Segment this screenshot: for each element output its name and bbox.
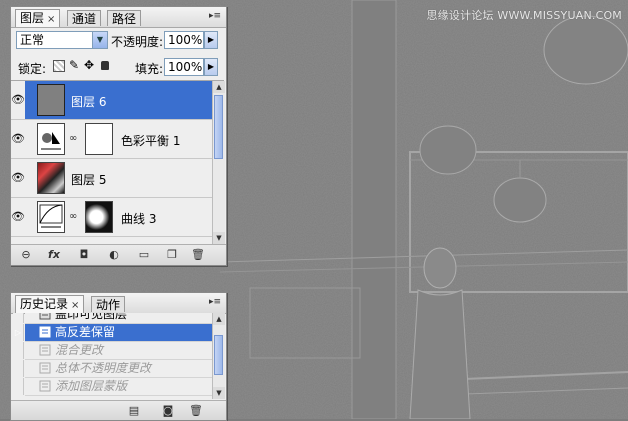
history-item[interactable]: 添加图层蒙版 — [13, 378, 214, 396]
adjustment-thumbnail — [37, 201, 65, 233]
scroll-up-icon[interactable]: ▲ — [213, 81, 225, 93]
history-item-label: 高反差保留 — [55, 325, 116, 339]
mask-thumbnail[interactable] — [85, 201, 113, 233]
chevron-down-icon: ▼ — [92, 32, 107, 48]
fill-value: 100% — [168, 60, 203, 74]
history-list: 盖印可见图层 ▷ 高反差保留 混合更改 总体不透明度更改 添加图层蒙版 — [11, 313, 214, 399]
lock-move-icon[interactable]: ✥ — [84, 58, 94, 72]
history-step-icon — [39, 362, 51, 374]
tab-layers-label: 图层 — [20, 11, 45, 25]
layer-row-5[interactable]: 👁 图层 5 — [11, 159, 220, 198]
eye-icon[interactable]: 👁 — [11, 198, 25, 237]
scroll-down-icon[interactable]: ▼ — [213, 387, 225, 399]
history-panel: 历史记录 × 动作 ▸≡ 盖印可见图层 ▷ 高反差保留 混合更改 总体不透明度更改 — [10, 292, 227, 421]
tab-actions-label: 动作 — [96, 298, 121, 312]
history-step-icon — [39, 326, 51, 338]
layers-scrollbar[interactable]: ▲ ▼ — [212, 81, 225, 244]
history-panel-tabbar: 历史记录 × 动作 ▸≡ — [11, 293, 226, 314]
layer-thumbnail — [37, 84, 65, 116]
snapshot-icon[interactable]: ◙ — [161, 404, 175, 418]
panel-menu-icon[interactable]: ▸≡ — [208, 10, 222, 22]
opacity-arrow-button[interactable]: ▶ — [204, 31, 218, 49]
trash-icon[interactable]: 🗑 — [191, 248, 205, 262]
tab-channels[interactable]: 通道 — [67, 10, 102, 26]
scroll-thumb[interactable] — [214, 95, 223, 159]
close-icon[interactable]: × — [47, 14, 55, 25]
mask-icon[interactable]: ◘ — [77, 248, 91, 262]
adjustment-thumbnail — [37, 123, 65, 155]
fill-input[interactable]: 100% — [164, 58, 204, 76]
lock-paint-icon[interactable]: ✎ — [69, 58, 79, 72]
scroll-up-icon[interactable]: ▲ — [213, 313, 225, 325]
opacity-input[interactable]: 100% — [164, 31, 204, 49]
lock-all-icon[interactable] — [101, 61, 109, 70]
tab-history-label: 历史记录 — [20, 297, 69, 311]
history-item[interactable]: 盖印可见图层 — [13, 313, 214, 324]
new-document-icon[interactable]: ▤ — [127, 404, 141, 418]
lock-label: 锁定: — [18, 62, 47, 76]
layer-name: 图层 5 — [71, 173, 107, 187]
eye-icon[interactable]: 👁 — [11, 159, 25, 198]
tab-channels-label: 通道 — [72, 12, 97, 26]
layers-panel-tabbar: 图层 × 通道 路径 ▸≡ — [11, 7, 226, 28]
tab-layers[interactable]: 图层 × — [15, 9, 61, 27]
history-item-label: 添加图层蒙版 — [55, 379, 128, 393]
scroll-down-icon[interactable]: ▼ — [213, 232, 225, 244]
blend-mode-select[interactable]: 正常 ▼ — [16, 31, 108, 49]
link-icon[interactable]: ⊖ — [19, 248, 33, 262]
fx-icon[interactable]: fx — [47, 248, 61, 262]
lock-transparent-icon[interactable] — [53, 60, 65, 72]
eye-icon[interactable]: 👁 — [11, 120, 25, 159]
layer-row-color-balance[interactable]: 👁 ∞ 色彩平衡 1 — [11, 120, 220, 159]
snapshot-checkbox[interactable] — [13, 378, 24, 395]
tab-history[interactable]: 历史记录 × — [15, 295, 85, 313]
layer-name: 色彩平衡 1 — [121, 134, 181, 148]
blend-mode-value: 正常 — [20, 33, 45, 47]
opacity-label: 不透明度: — [111, 35, 164, 49]
history-item-selected[interactable]: ▷ 高反差保留 — [13, 324, 214, 342]
history-item[interactable]: 混合更改 — [13, 342, 214, 360]
tab-paths-label: 路径 — [112, 12, 137, 26]
tab-paths[interactable]: 路径 — [107, 10, 142, 26]
opacity-value: 100% — [168, 33, 203, 47]
history-footer: ▤ ◙ 🗑 — [11, 400, 226, 420]
history-step-icon — [39, 380, 51, 392]
history-state-arrow-icon[interactable]: ▷ — [13, 324, 24, 341]
new-layer-icon[interactable]: ❐ — [165, 248, 179, 262]
chain-icon[interactable]: ∞ — [69, 133, 77, 144]
snapshot-checkbox[interactable] — [13, 313, 24, 323]
history-item-label: 总体不透明度更改 — [55, 361, 152, 375]
history-step-icon — [39, 344, 51, 356]
trash-icon[interactable]: 🗑 — [189, 404, 203, 418]
watermark-text: 思缘设计论坛 WWW.MISSYUAN.COM — [426, 9, 622, 22]
fill-label: 填充: — [135, 62, 164, 76]
layer-row-curves[interactable]: 👁 ∞ 曲线 3 — [11, 198, 220, 237]
layers-panel: 图层 × 通道 路径 ▸≡ 正常 ▼ 不透明度: 100% ▶ 锁定: ✎ ✥ 填… — [10, 6, 227, 266]
snapshot-checkbox[interactable] — [13, 360, 24, 377]
layer-name: 曲线 3 — [121, 212, 157, 226]
layer-thumbnail — [37, 162, 65, 194]
layers-footer: ⊖ fx ◘ ◐ ▭ ❐ 🗑 — [11, 244, 226, 265]
layer-row-6[interactable]: 👁 图层 6 — [11, 81, 220, 120]
chain-icon[interactable]: ∞ — [69, 211, 77, 222]
folder-icon[interactable]: ▭ — [137, 248, 151, 262]
tab-actions[interactable]: 动作 — [91, 296, 126, 312]
adjustment-icon[interactable]: ◐ — [107, 248, 121, 262]
layer-list: 👁 图层 6 👁 ∞ 色彩平衡 1 👁 图层 5 👁 ∞ 曲线 3 — [11, 80, 224, 245]
history-item-label: 盖印可见图层 — [55, 313, 128, 321]
snapshot-checkbox[interactable] — [13, 342, 24, 359]
mask-thumbnail[interactable] — [85, 123, 113, 155]
scroll-thumb[interactable] — [214, 335, 223, 375]
history-scrollbar[interactable]: ▲ ▼ — [212, 313, 225, 399]
history-step-icon — [39, 313, 51, 320]
history-item-label: 混合更改 — [55, 343, 104, 357]
panel-menu-icon[interactable]: ▸≡ — [208, 296, 222, 308]
history-item[interactable]: 总体不透明度更改 — [13, 360, 214, 378]
fill-arrow-button[interactable]: ▶ — [204, 58, 218, 76]
close-icon[interactable]: × — [71, 300, 79, 311]
eye-icon[interactable]: 👁 — [11, 81, 25, 120]
layer-name: 图层 6 — [71, 95, 107, 109]
